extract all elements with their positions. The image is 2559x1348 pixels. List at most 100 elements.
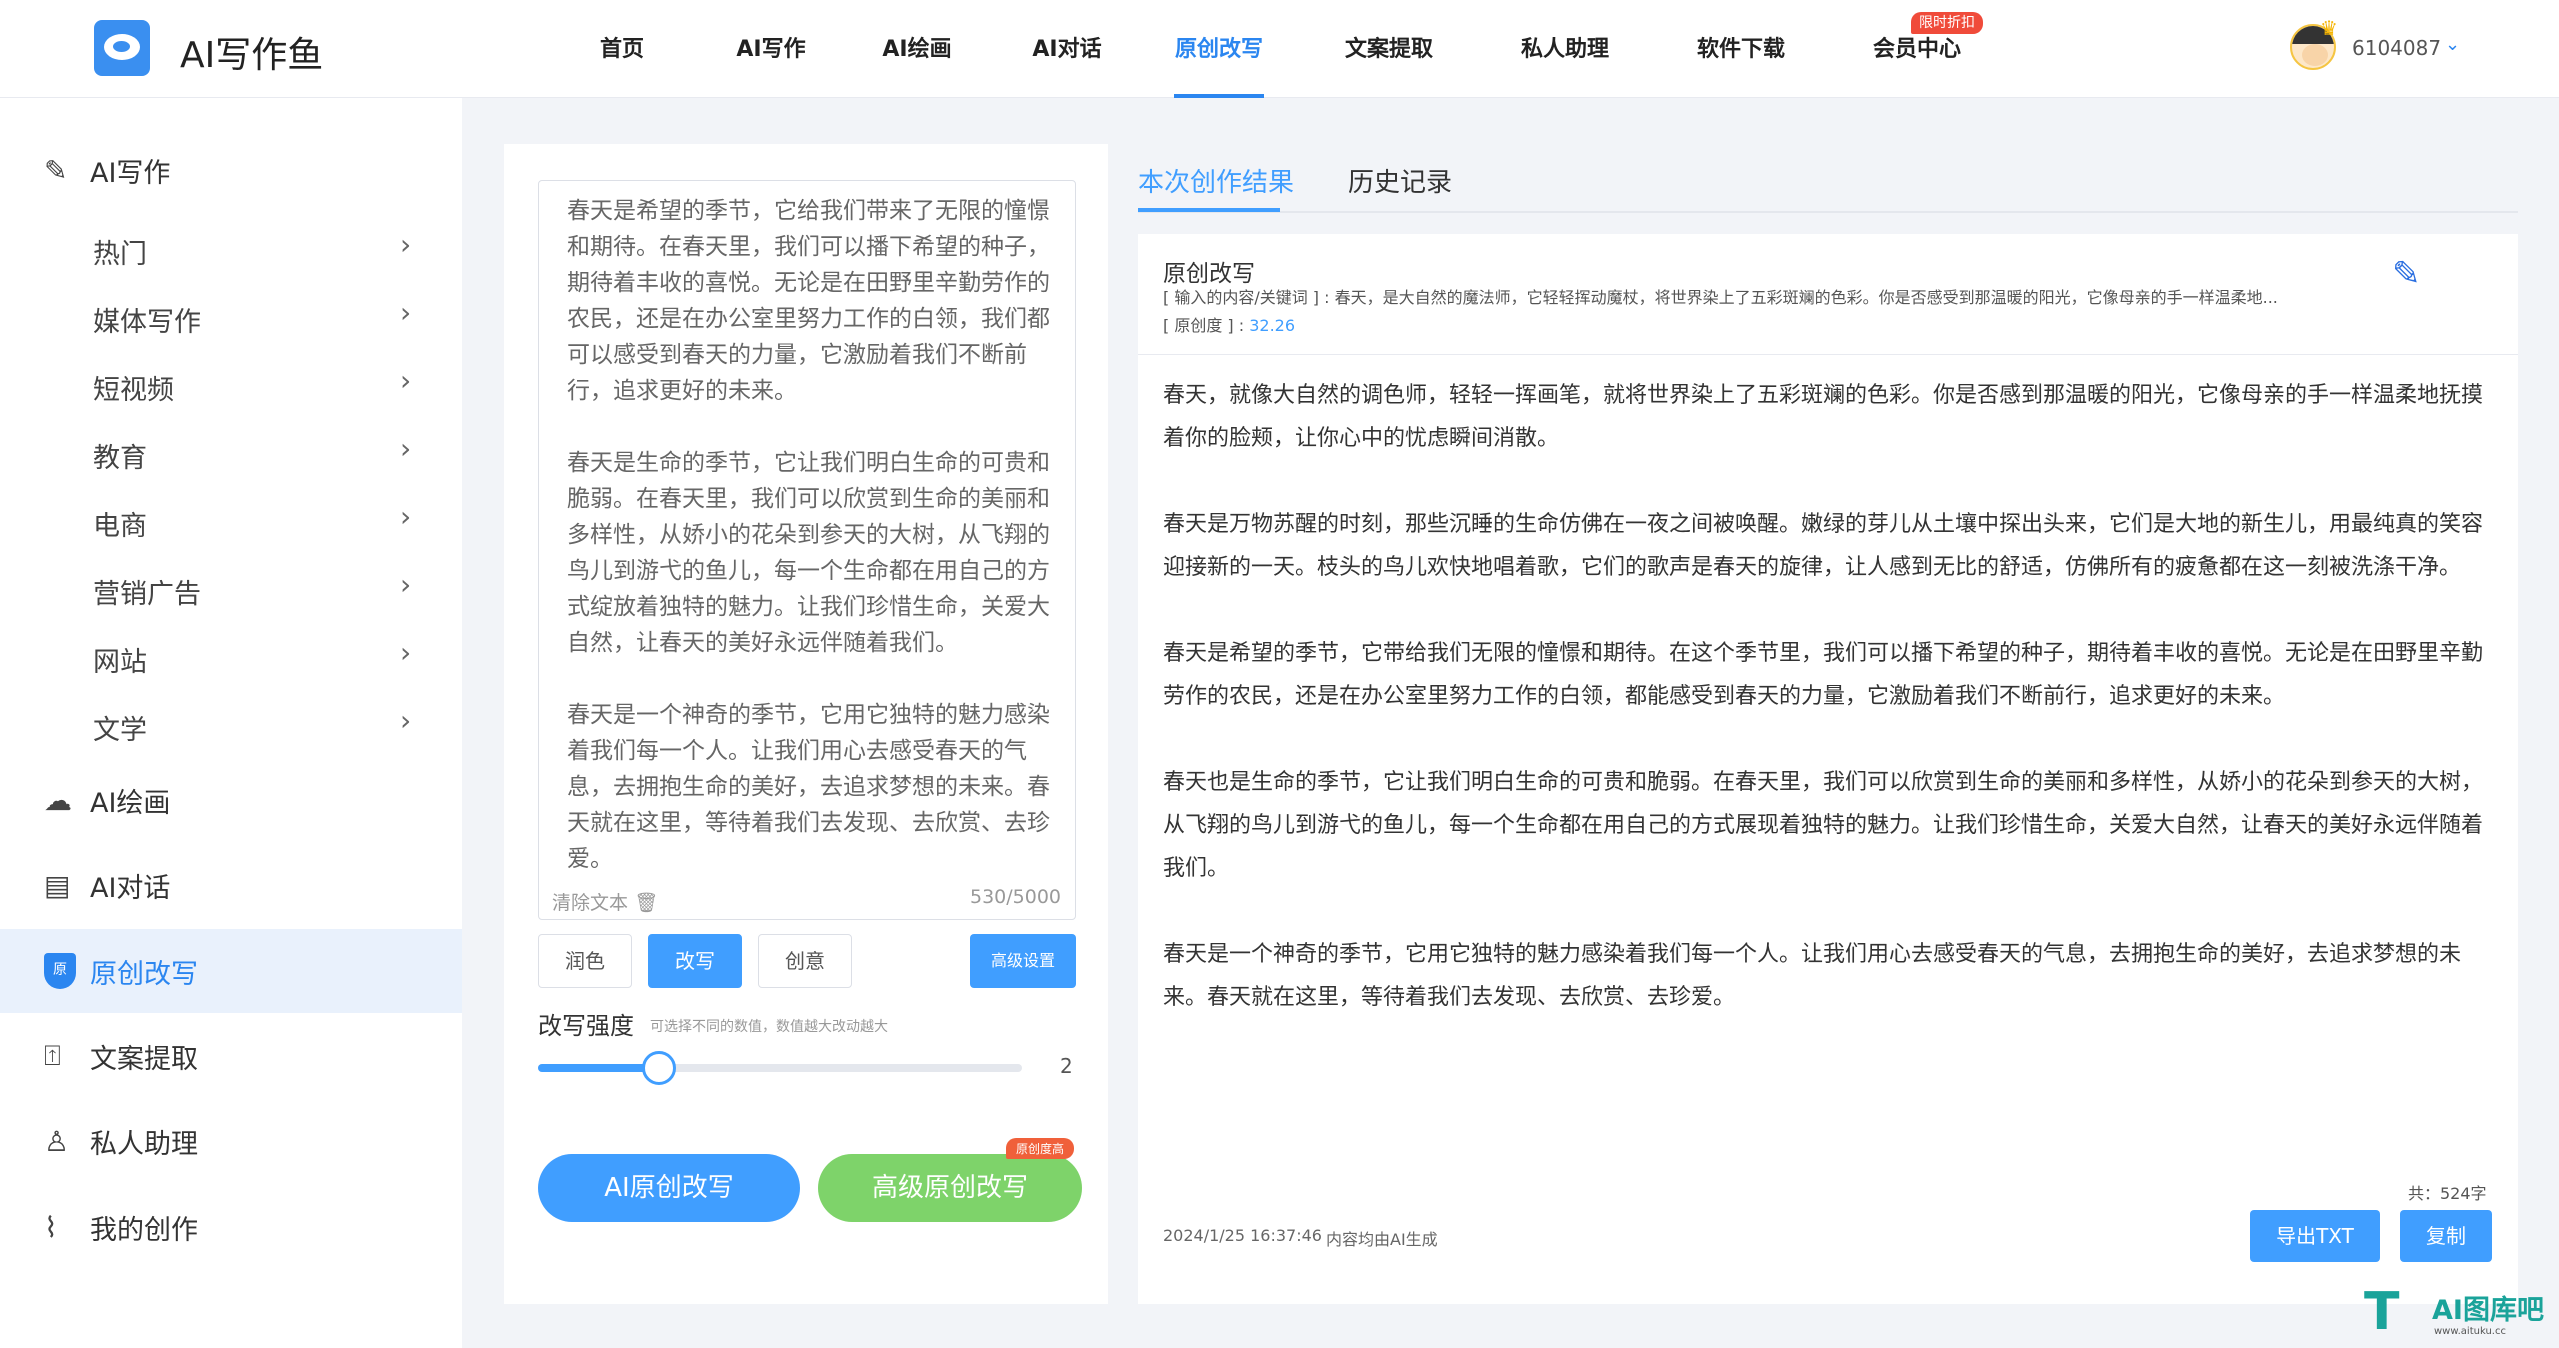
chevron-right-icon: ›: [400, 636, 412, 669]
export-txt-button[interactable]: 导出TXT: [2250, 1210, 2380, 1262]
chevron-right-icon: ›: [400, 364, 412, 397]
sidebar-subitem-label: 热门: [93, 239, 147, 270]
ai-rewrite-button[interactable]: AI原创改写: [538, 1154, 800, 1222]
originality-row: [ 原创度 ] : 32.26: [1163, 312, 1295, 336]
sidebar-item-ai-writing[interactable]: ✎ AI写作: [0, 128, 462, 212]
nav-home[interactable]: 首页: [560, 0, 684, 98]
slider-handle[interactable]: [642, 1051, 676, 1085]
source-text[interactable]: 春天是希望的季节，它给我们带来了无限的憧憬和期待。在春天里，我们可以播下希望的种…: [567, 193, 1057, 877]
tab-current-result[interactable]: 本次创作结果: [1138, 162, 1294, 199]
nav-ai-writing[interactable]: AI写作: [726, 0, 816, 98]
sidebar-subitem-education[interactable]: 教育 ›: [0, 416, 462, 484]
chevron-right-icon: ›: [400, 228, 412, 261]
mode-creative-button[interactable]: 创意: [758, 934, 852, 988]
slider-fill: [538, 1064, 659, 1072]
originality-value: 32.26: [1249, 316, 1296, 335]
sidebar-subitem-website[interactable]: 网站 ›: [0, 620, 462, 688]
nav-extract[interactable]: 文案提取: [1344, 0, 1434, 98]
sidebar-item-label: AI写作: [90, 157, 171, 189]
sidebar-subitem-label: 营销广告: [93, 579, 201, 610]
input-value: 春天，是大自然的魔法师，它轻轻挥动魔杖，将世界染上了五彩斑斓的色彩。你是否感受到…: [1334, 288, 2278, 307]
shield-icon: 原: [44, 953, 76, 989]
sidebar-item-label: 我的创作: [90, 1214, 198, 1246]
user-id[interactable]: 6104087: [2352, 36, 2441, 60]
sidebar-item-rewrite[interactable]: 原 原创改写: [0, 929, 462, 1013]
advanced-settings-button[interactable]: 高级设置: [970, 934, 1076, 988]
watermark: T AI图库吧 www.aituku.cc: [2364, 1284, 2554, 1346]
sidebar-item-label: 私人助理: [90, 1128, 198, 1160]
sidebar-subitem-hot[interactable]: 热门 ›: [0, 212, 462, 280]
nav-ai-painting[interactable]: AI绘画: [872, 0, 962, 98]
sidebar-item-my-works[interactable]: ⌇ 我的创作: [0, 1185, 462, 1269]
chevron-right-icon: ›: [400, 568, 412, 601]
results-area: 本次创作结果 历史记录 原创改写 [ 输入的内容/关键词 ] : 春天，是大自然…: [1138, 144, 2518, 1304]
sidebar-subitem-label: 短视频: [93, 375, 174, 406]
palette-icon: ☁: [44, 783, 72, 817]
trash-icon: 🗑: [634, 892, 659, 914]
advanced-rewrite-button[interactable]: 高级原创改写: [818, 1154, 1082, 1222]
sidebar-item-label: AI绘画: [90, 787, 171, 819]
sidebar-subitem-ecommerce[interactable]: 电商 ›: [0, 484, 462, 552]
chat-icon: ▤: [44, 868, 71, 902]
chevron-right-icon: ›: [400, 432, 412, 465]
word-total: 共：524字: [2408, 1184, 2487, 1203]
input-label: [ 输入的内容/关键词 ] :: [1163, 288, 1330, 307]
input-summary: [ 输入的内容/关键词 ] : 春天，是大自然的魔法师，它轻轻挥动魔杖，将世界染…: [1163, 284, 2353, 308]
sidebar-item-ai-chat[interactable]: ▤ AI对话: [0, 843, 462, 927]
result-title: 原创改写: [1163, 261, 1255, 287]
sidebar-item-ai-painting[interactable]: ☁ AI绘画: [0, 758, 462, 842]
mode-rewrite-button[interactable]: 改写: [648, 934, 742, 988]
edit-icon[interactable]: ✎: [2392, 254, 2421, 294]
sidebar-item-label: AI对话: [90, 872, 171, 904]
sidebar-item-extract[interactable]: ⍐ 文案提取: [0, 1014, 462, 1098]
sidebar-item-assistant[interactable]: ♙ 私人助理: [0, 1099, 462, 1183]
result-card: 原创改写 [ 输入的内容/关键词 ] : 春天，是大自然的魔法师，它轻轻挥动魔杖…: [1138, 234, 2518, 1304]
sidebar-subitem-marketing[interactable]: 营销广告 ›: [0, 552, 462, 620]
nav-download[interactable]: 软件下载: [1696, 0, 1786, 98]
chart-line-icon: ⌇: [44, 1210, 58, 1244]
watermark-url: www.aituku.cc: [2434, 1326, 2506, 1337]
crown-icon: ♛: [2320, 16, 2338, 40]
nav-rewrite[interactable]: 原创改写: [1174, 0, 1264, 98]
source-text-area[interactable]: 春天是希望的季节，它给我们带来了无限的憧憬和期待。在春天里，我们可以播下希望的种…: [538, 180, 1076, 920]
result-text[interactable]: 春天，就像大自然的调色师，轻轻一挥画笔，就将世界染上了五彩斑斓的色彩。你是否感到…: [1163, 374, 2493, 1019]
chevron-down-icon[interactable]: ⌄: [2445, 34, 2460, 55]
sidebar-subitem-literature[interactable]: 文学 ›: [0, 688, 462, 756]
tab-history[interactable]: 历史记录: [1348, 162, 1452, 199]
sidebar: ✎ AI写作 热门 › 媒体写作 › 短视频 › 教育 › 电商 › 营销广告 …: [0, 98, 462, 1348]
nav-ai-chat[interactable]: AI对话: [1022, 0, 1112, 98]
strength-slider[interactable]: [538, 1051, 1022, 1085]
chevron-right-icon: ›: [400, 296, 412, 329]
main-nav: 首页 AI写作 AI绘画 AI对话 原创改写 文案提取 私人助理 软件下载 会员…: [560, 0, 1962, 98]
strength-hint: 可选择不同的数值，数值越大改动越大: [650, 1019, 888, 1035]
copy-button[interactable]: 复制: [2400, 1210, 2492, 1262]
upload-icon: ⍐: [44, 1039, 61, 1072]
sidebar-item-label: 文案提取: [90, 1043, 198, 1075]
app-logo-icon[interactable]: [94, 20, 150, 76]
sidebar-subitem-short-video[interactable]: 短视频 ›: [0, 348, 462, 416]
divider: [1138, 354, 2518, 355]
char-count: 530/5000: [970, 886, 1062, 908]
strength-label: 改写强度: [538, 1012, 634, 1040]
nav-assistant[interactable]: 私人助理: [1520, 0, 1610, 98]
brand-name[interactable]: AI写作鱼: [180, 26, 323, 78]
user-icon: ♙: [44, 1124, 70, 1158]
sidebar-subitem-label: 文学: [93, 715, 147, 746]
originality-label: [ 原创度 ] :: [1163, 316, 1245, 335]
clear-text-label: 清除文本: [552, 892, 629, 914]
chevron-right-icon: ›: [400, 500, 412, 533]
mode-polish-button[interactable]: 润色: [538, 934, 632, 988]
chevron-right-icon: ›: [400, 704, 412, 737]
tab-active-indicator: [1138, 208, 1280, 212]
watermark-logo: T: [2364, 1282, 2400, 1342]
clear-text-button[interactable]: 清除文本 🗑: [552, 888, 658, 915]
pen-icon: ✎: [44, 153, 68, 187]
tab-divider: [1138, 211, 2518, 213]
sidebar-subitem-label: 电商: [93, 511, 147, 542]
result-timestamp: 2024/1/25 16:37:46: [1163, 1226, 1322, 1245]
top-header: AI写作鱼 首页 AI写作 AI绘画 AI对话 原创改写 文案提取 私人助理 软…: [0, 0, 2559, 98]
promo-badge: 限时折扣: [1911, 12, 1983, 34]
sidebar-subitem-media[interactable]: 媒体写作 ›: [0, 280, 462, 348]
strength-value: 2: [1060, 1054, 1073, 1078]
sidebar-item-label: 原创改写: [90, 958, 198, 990]
